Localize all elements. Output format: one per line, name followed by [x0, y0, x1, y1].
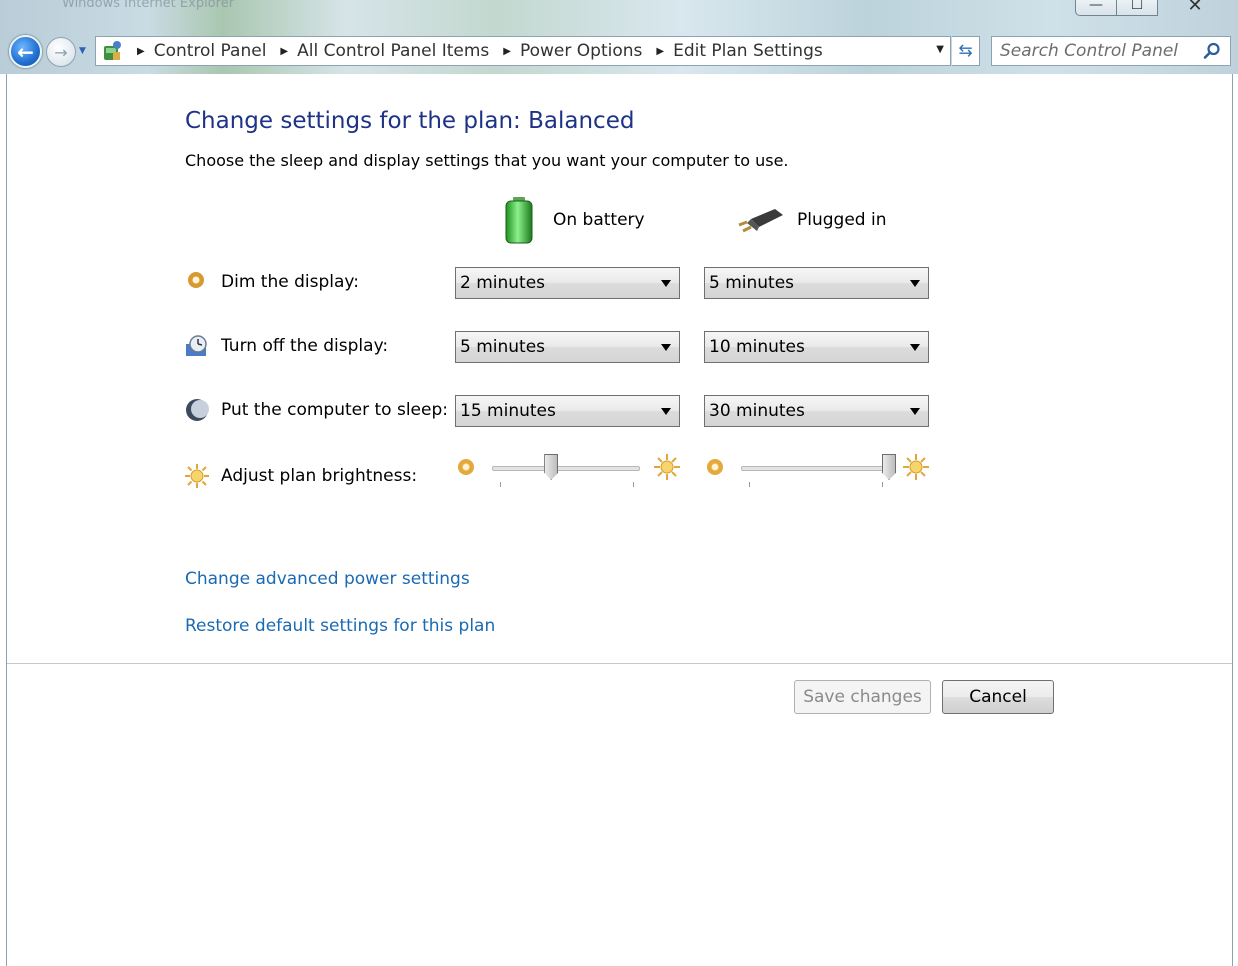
minimize-button[interactable]: — — [1075, 0, 1117, 16]
column-header-plugged: Plugged in — [737, 194, 886, 246]
setting-row-sleep: Put the computer to sleep: — [185, 398, 448, 422]
search-icon[interactable] — [1203, 42, 1221, 60]
forward-arrow-icon: → — [54, 42, 68, 62]
search-input[interactable] — [1000, 38, 1200, 64]
slider-tick — [749, 482, 750, 487]
brightness-battery-slider[interactable] — [455, 452, 680, 488]
control-panel-icon — [101, 40, 123, 62]
display-off-battery-select[interactable]: 5 minutes — [455, 331, 680, 363]
recent-pages-dropdown[interactable]: ▼ — [79, 46, 91, 56]
refresh-button[interactable]: ⇆ — [952, 36, 980, 66]
crumb-all-items[interactable]: All Control Panel Items — [297, 41, 489, 61]
close-button[interactable]: ✕ — [1157, 0, 1233, 16]
chevron-down-icon — [910, 280, 920, 287]
crumb-separator-icon: ▶ — [137, 45, 145, 57]
chevron-down-icon — [661, 344, 671, 351]
column-header-battery: On battery — [501, 194, 645, 246]
power-plug-icon — [738, 209, 783, 233]
setting-label: Dim the display: — [221, 272, 359, 292]
sleep-plugged-select[interactable]: 30 minutes — [704, 395, 929, 427]
dim-plugged-select[interactable]: 5 minutes — [704, 267, 929, 299]
cancel-button[interactable]: Cancel — [942, 680, 1054, 714]
select-value: 10 minutes — [709, 337, 805, 357]
dim-sun-icon — [458, 459, 474, 475]
display-off-plugged-select[interactable]: 10 minutes — [704, 331, 929, 363]
chevron-down-icon — [661, 280, 671, 287]
setting-label: Adjust plan brightness: — [221, 466, 418, 486]
setting-row-display-off: Turn off the display: — [185, 334, 388, 358]
sleep-battery-select[interactable]: 15 minutes — [455, 395, 680, 427]
page-subtitle: Choose the sleep and display settings th… — [185, 151, 789, 170]
crumb-separator-icon[interactable]: ▶ — [280, 46, 288, 57]
monitor-clock-icon — [185, 334, 209, 358]
maximize-button[interactable]: ☐ — [1116, 0, 1158, 16]
advanced-settings-link[interactable]: Change advanced power settings — [185, 569, 470, 589]
select-value: 5 minutes — [709, 273, 795, 293]
back-arrow-icon: ← — [17, 39, 34, 64]
select-value: 5 minutes — [460, 337, 546, 357]
setting-label: Put the computer to sleep: — [221, 400, 448, 420]
sun-icon — [185, 464, 209, 488]
slider-track — [492, 466, 640, 471]
moon-sleep-icon — [185, 398, 209, 422]
crumb-edit-plan[interactable]: Edit Plan Settings — [673, 41, 823, 61]
chevron-down-icon — [910, 408, 920, 415]
address-bar[interactable]: ▶ Control Panel ▶ All Control Panel Item… — [95, 36, 951, 66]
page-title: Change settings for the plan: Balanced — [185, 108, 635, 134]
slider-tick — [633, 482, 634, 487]
slider-thumb[interactable] — [882, 454, 896, 480]
column-label-battery: On battery — [553, 210, 645, 230]
chevron-down-icon — [910, 344, 920, 351]
select-value: 2 minutes — [460, 273, 546, 293]
setting-row-brightness: Adjust plan brightness: — [185, 464, 417, 488]
slider-tick — [882, 482, 883, 487]
slider-thumb[interactable] — [544, 454, 559, 480]
select-value: 15 minutes — [460, 401, 556, 421]
bright-sun-icon — [903, 454, 929, 480]
address-dropdown-icon[interactable]: ▼ — [936, 44, 944, 55]
brightness-plugged-slider[interactable] — [704, 452, 929, 488]
slider-tick — [500, 482, 501, 487]
crumb-power-options[interactable]: Power Options — [520, 41, 642, 61]
dim-sun-icon — [707, 459, 723, 475]
window-title: Windows Internet Explorer — [62, 0, 235, 11]
save-changes-button[interactable]: Save changes — [794, 680, 931, 714]
crumb-separator-icon[interactable]: ▶ — [503, 46, 511, 57]
window-chrome: Windows Internet Explorer — ☐ ✕ ← → ▼ ▶ … — [0, 0, 1238, 74]
back-button[interactable]: ← — [9, 35, 42, 68]
divider — [7, 663, 1232, 664]
select-value: 30 minutes — [709, 401, 805, 421]
search-box[interactable] — [991, 36, 1231, 66]
setting-label: Turn off the display: — [221, 336, 389, 356]
battery-icon — [505, 197, 533, 244]
bright-sun-icon — [654, 454, 680, 480]
refresh-icon: ⇆ — [958, 41, 973, 61]
column-label-plugged: Plugged in — [797, 210, 887, 230]
dim-battery-select[interactable]: 2 minutes — [455, 267, 680, 299]
chevron-down-icon — [661, 408, 671, 415]
forward-button[interactable]: → — [46, 37, 76, 67]
crumb-separator-icon[interactable]: ▶ — [656, 46, 664, 57]
restore-defaults-link[interactable]: Restore default settings for this plan — [185, 616, 495, 636]
crumb-control-panel[interactable]: Control Panel — [154, 41, 267, 61]
dim-display-icon — [185, 270, 209, 294]
setting-row-dim: Dim the display: — [185, 270, 359, 294]
content-pane: Change settings for the plan: Balanced C… — [6, 74, 1233, 966]
slider-track — [741, 466, 889, 471]
